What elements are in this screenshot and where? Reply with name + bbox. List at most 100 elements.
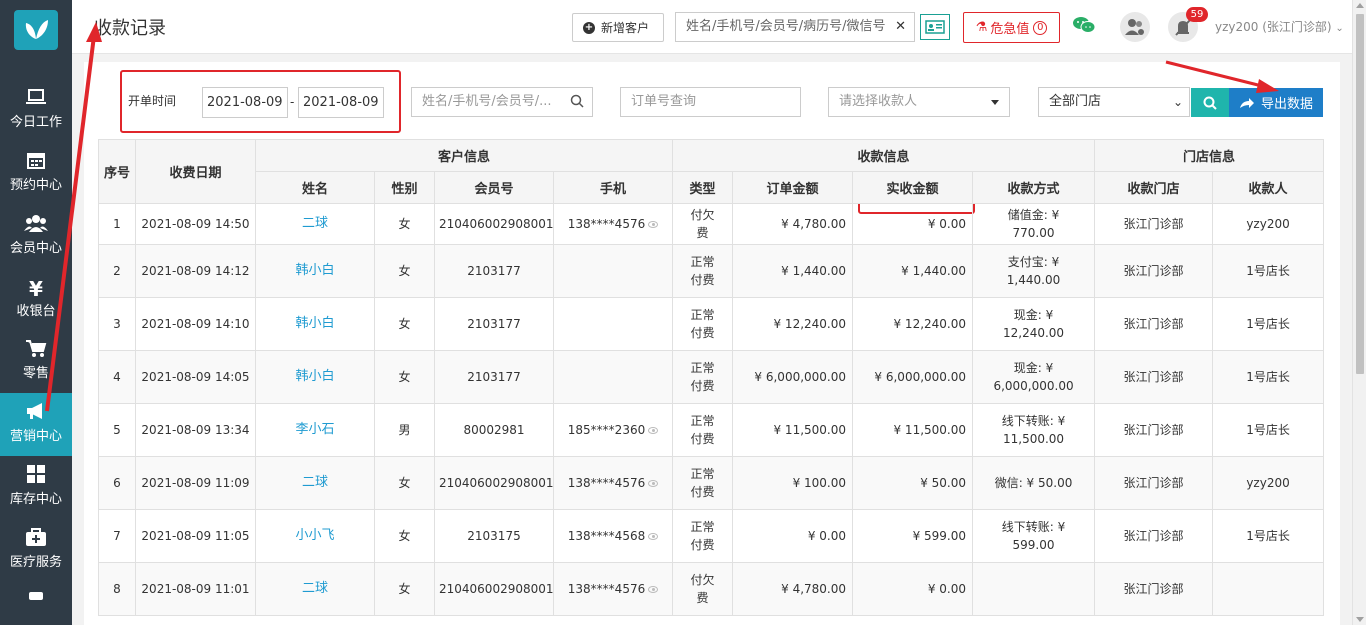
table-row: 6 2021-08-09 11:09 二球 女 210406002908001 138**… xyxy=(98,456,1325,510)
cell-type: 正常付费 xyxy=(672,403,734,457)
cell-name[interactable]: 二球 xyxy=(255,456,375,510)
cell-type: 付欠费 xyxy=(672,562,734,616)
cell-method xyxy=(972,562,1096,616)
cell-seq: 8 xyxy=(98,562,136,616)
critical-value-button[interactable]: ⚗ 危急值 0 xyxy=(963,12,1060,43)
cell-gender-text: 女 xyxy=(398,317,411,331)
scroll-up-arrow-icon[interactable] xyxy=(1356,3,1364,8)
cell-gender-text: 女 xyxy=(398,582,411,596)
cell-order-amount-text: ¥ 4,780.00 xyxy=(781,582,847,596)
cell-store-text: 张江门诊部 xyxy=(1123,370,1184,384)
cell-store-text: 张江门诊部 xyxy=(1123,529,1184,543)
eye-icon[interactable] xyxy=(648,480,659,487)
top-header: 收款记录 + 新增客户 姓名/手机号/会员号/病历号/微信号 ✕ ⚗ 危急值 0… xyxy=(72,0,1352,54)
cell-actual-amount: ¥ 599.00 xyxy=(852,509,974,563)
sidebar-item-marketing[interactable]: 营销中心 xyxy=(0,393,72,456)
more-menu-icon[interactable] xyxy=(29,592,43,600)
sidebar-item-retail[interactable]: 零售 xyxy=(0,330,72,393)
cell-actual-amount-text: ¥ 12,240.00 xyxy=(893,317,967,331)
eye-icon[interactable] xyxy=(648,221,659,228)
cell-actual-amount-text: ¥ 1,440.00 xyxy=(901,264,967,278)
customer-filter-input[interactable]: 姓名/手机号/会员号/... xyxy=(411,87,593,117)
cell-store-text: 张江门诊部 xyxy=(1123,317,1184,331)
cell-member-text: 2103177 xyxy=(467,317,521,331)
cell-seq-text: 1 xyxy=(113,217,121,231)
cell-store: 张江门诊部 xyxy=(1094,350,1214,404)
sidebar-item-medical[interactable]: 医疗服务 xyxy=(0,519,72,582)
payee-select[interactable]: 请选择收款人 xyxy=(828,87,1010,117)
table-row: 3 2021-08-09 14:10 韩小白 女 2103177 正常付费 ¥ 12,240… xyxy=(98,297,1325,351)
date-filter-highlight xyxy=(120,70,401,133)
sidebar-item-members[interactable]: 会员中心 xyxy=(0,205,72,268)
user-menu[interactable]: yzy200 (张江门诊部) ⌄ xyxy=(1215,18,1344,35)
cell-payee: 1号店长 xyxy=(1212,509,1325,563)
team-button[interactable] xyxy=(1120,12,1150,42)
cell-actual-amount-text: ¥ 0.00 xyxy=(927,217,967,231)
store-select[interactable]: 全部门店 ⌄ xyxy=(1038,87,1190,117)
cell-date: 2021-08-09 14:50 xyxy=(135,203,256,245)
cell-name[interactable]: 二球 xyxy=(255,203,375,245)
app-logo[interactable] xyxy=(14,10,58,50)
scroll-down-arrow-icon[interactable] xyxy=(1356,617,1364,622)
cell-member: 210406002908001 xyxy=(434,562,554,616)
cell-type-text: 正常付费 xyxy=(690,414,715,446)
laptop-icon xyxy=(0,87,72,113)
cell-member: 2103177 xyxy=(434,350,554,404)
cell-actual-amount: ¥ 6,000,000.00 xyxy=(852,350,974,404)
cell-phone-text: 138****4576 xyxy=(567,217,646,231)
sidebar-item-appointment[interactable]: 预约中心 xyxy=(0,142,72,205)
cart-icon xyxy=(0,338,72,364)
cell-payee-text: yzy200 xyxy=(1246,476,1290,490)
cell-name[interactable]: 韩小白 xyxy=(255,244,375,298)
add-customer-button[interactable]: + 新增客户 xyxy=(572,13,664,42)
cell-method-text: 现金: ¥ 12,240.00 xyxy=(1002,308,1065,340)
cell-member: 80002981 xyxy=(434,403,554,457)
caret-down-icon xyxy=(991,100,999,105)
cell-name[interactable]: 二球 xyxy=(255,562,375,616)
id-card-icon xyxy=(925,20,945,34)
cell-type: 正常付费 xyxy=(672,456,734,510)
cell-phone: 138****4576 xyxy=(552,203,674,245)
cell-type: 正常付费 xyxy=(672,350,734,404)
cell-type: 正常付费 xyxy=(672,509,734,563)
cell-actual-amount-text: ¥ 0.00 xyxy=(927,582,967,596)
vertical-scrollbar[interactable] xyxy=(1352,0,1366,625)
cell-store: 张江门诊部 xyxy=(1094,509,1214,563)
cell-gender: 男 xyxy=(374,403,435,457)
sidebar: 今日工作 预约中心 会员中心 ¥ 收银台 零售 营销中心 库存中心 医疗服务 xyxy=(0,0,72,625)
cell-date: 2021-08-09 14:10 xyxy=(135,297,256,351)
sidebar-item-today[interactable]: 今日工作 xyxy=(0,79,72,142)
cell-payee-text: yzy200 xyxy=(1246,217,1290,231)
cell-store: 张江门诊部 xyxy=(1094,203,1214,245)
cell-name[interactable]: 韩小白 xyxy=(255,350,375,404)
cell-name[interactable]: 韩小白 xyxy=(255,297,375,351)
order-number-input[interactable]: 订单号查询 xyxy=(620,87,801,117)
cell-seq-text: 6 xyxy=(113,476,121,490)
eye-icon[interactable] xyxy=(648,533,659,540)
sidebar-item-inventory[interactable]: 库存中心 xyxy=(0,456,72,519)
cell-seq: 6 xyxy=(98,456,136,510)
cell-method: 现金: ¥ 6,000,000.00 xyxy=(972,350,1096,404)
cell-phone xyxy=(552,350,674,404)
cell-name-text: 小小飞 xyxy=(295,528,335,543)
cell-seq-text: 8 xyxy=(113,582,121,596)
search-button[interactable] xyxy=(1191,88,1229,117)
table-row: 4 2021-08-09 14:05 韩小白 女 2103177 正常付费 ¥ 6,000,… xyxy=(98,350,1325,404)
cell-payee-text: 1号店长 xyxy=(1246,317,1290,331)
eye-icon[interactable] xyxy=(648,586,659,593)
cell-name-text: 二球 xyxy=(301,216,328,231)
customer-search-input[interactable]: 姓名/手机号/会员号/病历号/微信号 ✕ xyxy=(675,12,915,42)
cell-name[interactable]: 小小飞 xyxy=(255,509,375,563)
clear-icon[interactable]: ✕ xyxy=(895,13,906,41)
cell-member-text: 80002981 xyxy=(463,423,525,437)
sidebar-item-cashier[interactable]: ¥ 收银台 xyxy=(0,268,72,331)
cell-seq: 4 xyxy=(98,350,136,404)
eye-icon[interactable] xyxy=(648,427,659,434)
wechat-icon[interactable] xyxy=(1073,16,1096,36)
cell-seq: 2 xyxy=(98,244,136,298)
scrollbar-thumb[interactable] xyxy=(1356,14,1364,374)
export-data-button[interactable]: 导出数据 xyxy=(1229,88,1323,117)
cell-name[interactable]: 李小石 xyxy=(255,403,375,457)
id-card-button[interactable] xyxy=(920,14,950,40)
cell-actual-amount-text: ¥ 599.00 xyxy=(912,529,967,543)
